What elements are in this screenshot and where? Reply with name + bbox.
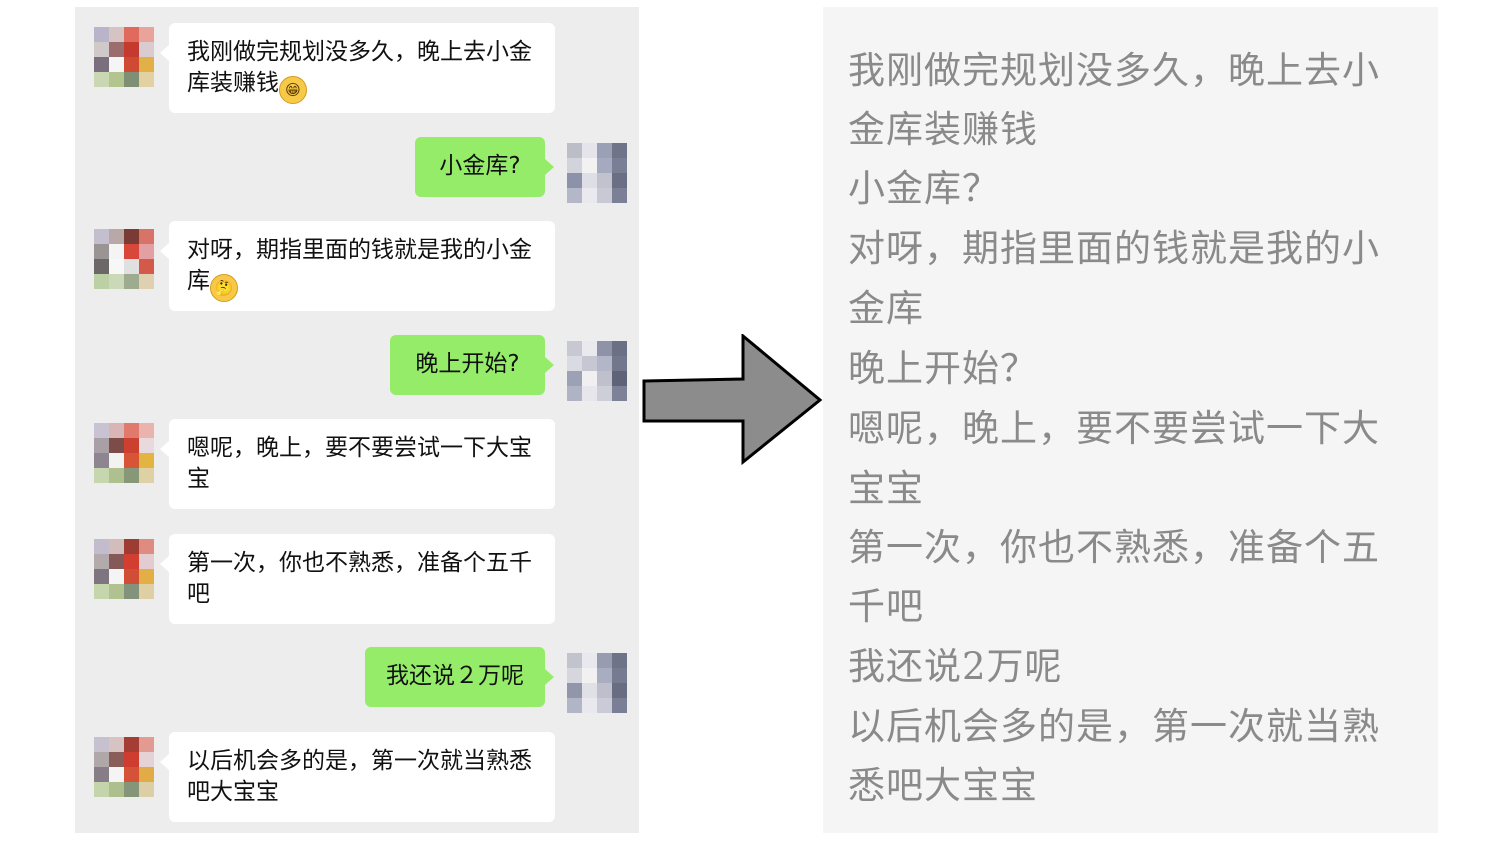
self-avatar[interactable]: [567, 143, 627, 203]
outgoing-message-bubble[interactable]: 晚上开始?: [390, 335, 554, 395]
message-text: 第一次，你也不熟悉，准备个五千吧: [187, 550, 532, 607]
transcript-line: 悉吧大宝宝: [848, 764, 1038, 807]
incoming-message-bubble[interactable]: 对呀，期指里面的钱就是我的小金库 🤔: [160, 221, 555, 311]
message-text: 以后机会多的是，第一次就当熟悉吧大宝宝: [187, 748, 532, 805]
transcript-line: 晚上开始？: [848, 347, 1038, 390]
contact-avatar[interactable]: [94, 27, 154, 87]
transcript-line: 嗯呢，晚上，要不要尝试一下大: [848, 407, 1380, 450]
incoming-message-bubble[interactable]: 嗯呢，晚上，要不要尝试一下大宝宝: [160, 419, 555, 509]
transcript-line: 小金库？: [848, 167, 1000, 210]
message-text: 我还说２万呢: [386, 663, 524, 689]
transcript-line: 金库装赚钱: [848, 108, 1038, 151]
transcript-line: 我刚做完规划没多久，晚上去小: [848, 49, 1380, 92]
transcript-line: 对呀，期指里面的钱就是我的小: [848, 227, 1380, 270]
self-avatar[interactable]: [567, 653, 627, 713]
outgoing-message-bubble[interactable]: 我还说２万呢: [365, 647, 554, 707]
transcript-line: 千吧: [848, 585, 924, 628]
contact-avatar[interactable]: [94, 737, 154, 797]
transcript-line: 宝宝: [848, 467, 924, 510]
message-text: 晚上开始?: [415, 351, 520, 377]
transcript-line: 第一次，你也不熟悉，准备个五: [848, 526, 1380, 569]
message-text: 小金库?: [439, 153, 521, 179]
message-text: 嗯呢，晚上，要不要尝试一下大宝宝: [187, 435, 532, 492]
transcript-line: 我还说2万呢: [848, 645, 1063, 688]
grinning-face-emoji-icon: 😁: [279, 76, 307, 104]
incoming-message-bubble[interactable]: 以后机会多的是，第一次就当熟悉吧大宝宝: [160, 732, 555, 822]
transcript-panel: 我刚做完规划没多久，晚上去小 金库装赚钱 小金库？ 对呀，期指里面的钱就是我的小…: [823, 7, 1438, 833]
message-text: 对呀，期指里面的钱就是我的小金库: [187, 237, 532, 294]
incoming-message-bubble[interactable]: 我刚做完规划没多久，晚上去小金库装赚钱 😁: [160, 23, 555, 113]
chat-screenshot-panel: 我刚做完规划没多久，晚上去小金库装赚钱 😁 小金库? 对呀，期指里面的钱就是我的小…: [75, 7, 639, 833]
thinking-face-emoji-icon: 🤔: [210, 274, 238, 302]
transcript-line: 金库: [848, 287, 924, 330]
self-avatar[interactable]: [567, 341, 627, 401]
outgoing-message-bubble[interactable]: 小金库?: [415, 137, 554, 197]
contact-avatar[interactable]: [94, 423, 154, 483]
incoming-message-bubble[interactable]: 第一次，你也不熟悉，准备个五千吧: [160, 534, 555, 624]
transcript-line: 以后机会多的是，第一次就当熟: [848, 705, 1380, 748]
contact-avatar[interactable]: [94, 229, 154, 289]
message-text: 我刚做完规划没多久，晚上去小金库装赚钱: [187, 39, 532, 96]
right-arrow-icon: [642, 334, 823, 466]
contact-avatar[interactable]: [94, 539, 154, 599]
